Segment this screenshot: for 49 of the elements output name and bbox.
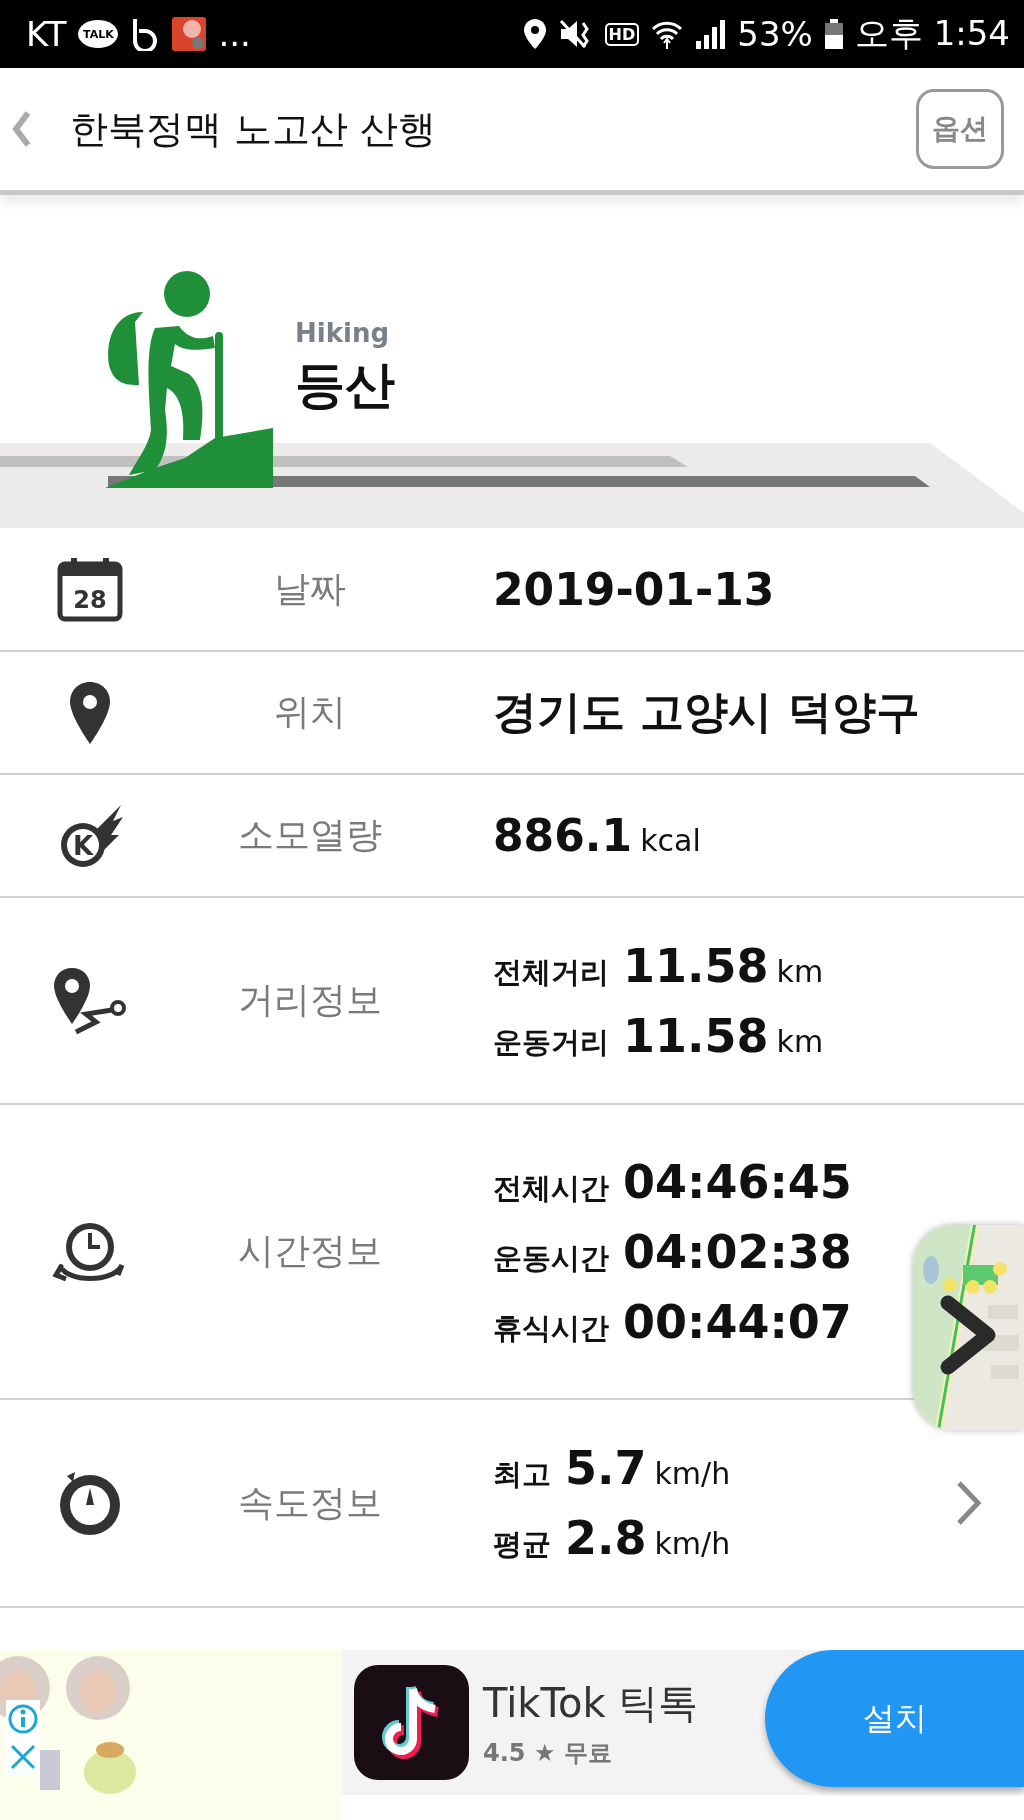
field-value: 2019-01-13 <box>493 563 776 615</box>
field-name: 휴식시간 <box>493 1309 609 1347</box>
field-name: 전체시간 <box>493 1169 609 1207</box>
wifi-icon <box>651 19 684 49</box>
clock: 오후 1:54 <box>854 12 1010 55</box>
route-pin-icon <box>52 965 128 1036</box>
field-value: 5.7 km/h <box>565 1441 731 1495</box>
app-name: TikTok 틱톡 <box>483 1679 699 1728</box>
field-name: 최고 <box>493 1456 551 1493</box>
carrier: KT <box>26 14 67 54</box>
row-label: 속도정보 <box>237 1480 383 1525</box>
battery-percent: 53% <box>737 14 813 54</box>
field-value: 886.1 kcal <box>493 810 702 861</box>
install-button[interactable]: 설치 <box>765 1650 1024 1787</box>
row-label: 위치 <box>273 690 347 734</box>
back-icon[interactable] <box>12 111 32 147</box>
battery-icon <box>824 19 843 49</box>
field-value: 2.8 km/h <box>565 1511 731 1565</box>
location-icon <box>522 18 547 50</box>
field-name: 운동시간 <box>493 1239 609 1277</box>
option-button[interactable]: 옵션 <box>916 89 1004 169</box>
app-rating: 4.5 ★ 무료 <box>483 1738 613 1769</box>
field-value: 11.58 km <box>623 1008 824 1063</box>
row-label: 날짜 <box>273 566 347 611</box>
field-name: 운동거리 <box>493 1023 609 1061</box>
field-value: 00:44:07 <box>623 1294 852 1349</box>
signal-icon <box>695 19 726 49</box>
field-value: 경기도 고양시 덕양구 <box>493 685 921 739</box>
field-value: 11.58 km <box>623 938 824 993</box>
row-label: 거리정보 <box>237 978 383 1022</box>
close-icon[interactable] <box>8 1742 38 1772</box>
hd-voice-icon: HD <box>604 22 640 46</box>
chat-app-icon: TALK <box>78 20 119 48</box>
more-notifications: ... <box>218 14 251 54</box>
field-value: 04:02:38 <box>623 1224 852 1279</box>
activity-label: 등산 <box>295 355 395 416</box>
info-icon[interactable] <box>8 1704 38 1734</box>
field-name: 평균 <box>493 1526 551 1563</box>
page-title: 한북정맥 노고산 산행 <box>70 105 438 153</box>
field-value: 04:46:45 <box>623 1154 852 1209</box>
location-pin-icon <box>68 679 112 746</box>
row-label: 시간정보 <box>237 1229 383 1273</box>
app-icon <box>172 17 207 51</box>
row-label: 소모열량 <box>237 813 383 857</box>
chevron-right-icon[interactable] <box>940 1295 998 1375</box>
hiker-icon <box>105 270 273 488</box>
music-note-icon[interactable] <box>354 1665 469 1780</box>
field-name: 전체거리 <box>493 953 609 991</box>
activity-label-english: Hiking <box>295 318 390 348</box>
